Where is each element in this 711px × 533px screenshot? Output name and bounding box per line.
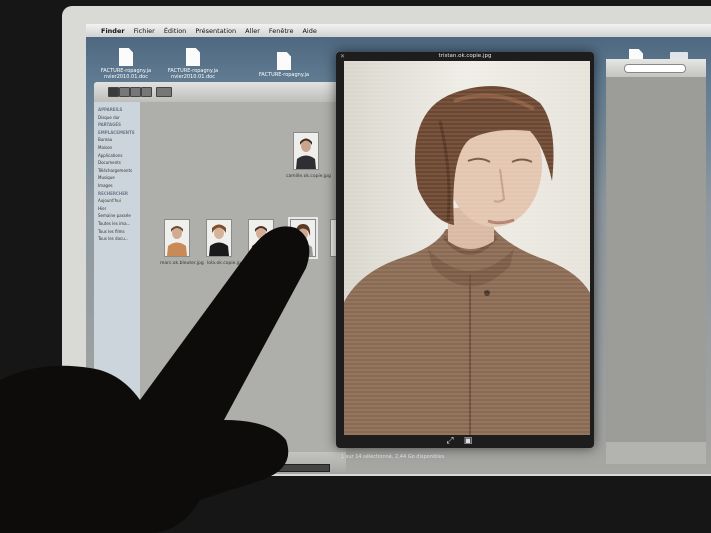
desktop-file-icon[interactable]: FACTURE-ropagny.ja nvier2010.01.doc xyxy=(158,48,228,80)
desktop-file-label: FACTURE-ropagny.ja xyxy=(258,72,310,78)
sidebar-item[interactable]: Aujourd'hui xyxy=(94,197,140,205)
view-coverflow-button[interactable] xyxy=(141,87,152,97)
thumbnail-label: lola.ok.copie.jpg xyxy=(207,261,244,266)
menu-fichier[interactable]: Fichier xyxy=(134,27,155,35)
menu-bar: Finder Fichier Édition Présentation Alle… xyxy=(86,24,711,37)
desktop-file-icon[interactable]: FACTURE-ropagny.ja nvier2010.01.doc xyxy=(91,48,161,80)
sidebar-item[interactable]: Documents xyxy=(94,159,140,167)
sidebar-item: EMPLACEMENTS xyxy=(98,129,135,135)
sidebar-item[interactable]: Tous les docu... xyxy=(94,235,140,243)
document-icon xyxy=(277,52,291,70)
portrait-icon xyxy=(291,220,315,256)
sidebar-item: RECHERCHER xyxy=(98,190,129,196)
portrait-icon xyxy=(249,220,273,256)
search-input[interactable] xyxy=(624,64,686,73)
image-file-thumbnail[interactable] xyxy=(293,132,319,170)
finder-window: APPAREILS Disque dur PARTAGÉS EMPLACEMEN… xyxy=(94,82,346,472)
sidebar-item[interactable]: Semaine passée xyxy=(94,212,140,220)
action-gear-icon[interactable] xyxy=(156,87,172,97)
sidebar-item[interactable]: Tous les films xyxy=(94,228,140,236)
portrait-icon xyxy=(294,133,318,169)
view-columns-button[interactable] xyxy=(130,87,141,97)
menu-finder[interactable]: Finder xyxy=(101,27,125,35)
portrait-icon xyxy=(207,220,231,256)
add-to-iphoto-icon[interactable]: ▣ xyxy=(462,436,474,446)
portrait-photo-icon xyxy=(344,61,590,435)
menu-aller[interactable]: Aller xyxy=(245,27,260,35)
background-finder-window xyxy=(606,59,706,464)
document-icon xyxy=(186,48,200,66)
sidebar-item[interactable]: Téléchargements xyxy=(94,167,140,175)
desktop-file-label: nvier2010.01.doc xyxy=(104,74,148,80)
quick-look-controls: ⤢ ▣ xyxy=(336,434,594,448)
sidebar-item: APPAREILS xyxy=(98,107,123,112)
menu-edition[interactable]: Édition xyxy=(164,27,187,35)
menu-fenetre[interactable]: Fenêtre xyxy=(269,27,294,35)
image-file-thumbnail-selected[interactable] xyxy=(288,217,318,259)
sidebar-item[interactable]: Toutes les ima... xyxy=(94,220,140,228)
fullscreen-icon[interactable]: ⤢ xyxy=(444,436,456,446)
screen: Finder Fichier Édition Présentation Alle… xyxy=(86,24,711,474)
thumbnail-label: marc.ok.bleuter.jpg xyxy=(160,261,204,266)
status-text: 1 sur 14 sélectionné, 2,44 Go disponible… xyxy=(341,454,445,460)
desktop-file-label: nvier2010.01.doc xyxy=(171,74,215,80)
menu-presentation[interactable]: Présentation xyxy=(195,27,236,35)
sidebar-item[interactable]: Musique xyxy=(94,174,140,182)
window-toolbar xyxy=(606,59,706,77)
menu-aide[interactable]: Aide xyxy=(302,27,316,35)
portrait-icon xyxy=(165,220,189,256)
finder-content: camille.ok.copie.jpg marc.ok.bleuter.jpg… xyxy=(140,102,346,452)
sidebar-item[interactable]: Images xyxy=(94,182,140,190)
document-icon xyxy=(119,48,133,66)
progress-fill xyxy=(257,465,278,471)
image-file-thumbnail[interactable] xyxy=(164,219,190,257)
view-list-button[interactable] xyxy=(119,87,130,97)
finder-sidebar: APPAREILS Disque dur PARTAGÉS EMPLACEMEN… xyxy=(94,102,140,472)
sidebar-item[interactable]: Hier xyxy=(94,205,140,213)
progress-bar xyxy=(256,464,330,472)
desktop-file-icon[interactable]: FACTURE-ropagny.ja xyxy=(249,52,319,78)
image-file-thumbnail[interactable] xyxy=(248,219,274,257)
view-icons-button[interactable] xyxy=(108,87,119,97)
sidebar-item[interactable]: Maison xyxy=(94,144,140,152)
image-file-thumbnail[interactable] xyxy=(206,219,232,257)
thumbnail-label: camille.ok.copie.jpg xyxy=(286,174,331,179)
quick-look-panel: ✕ tristan.ok.copie.jpg ⤢ ▣ xyxy=(336,52,594,448)
sidebar-item[interactable]: Disque dur xyxy=(94,114,140,122)
quick-look-preview-image xyxy=(344,61,590,435)
window-bottom xyxy=(606,442,706,464)
sidebar-item[interactable]: Bureau xyxy=(94,136,140,144)
sidebar-item[interactable]: Applications xyxy=(94,152,140,160)
quick-look-title: tristan.ok.copie.jpg xyxy=(438,53,492,59)
finder-toolbar xyxy=(94,82,346,102)
sidebar-item: PARTAGÉS xyxy=(98,122,121,128)
